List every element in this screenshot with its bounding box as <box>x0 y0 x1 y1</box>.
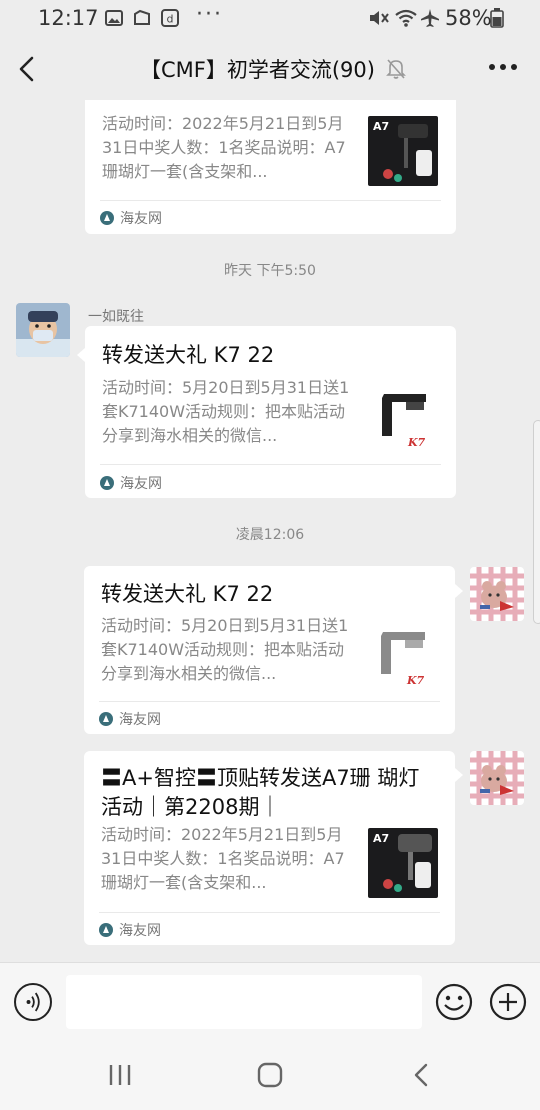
link-card-source: 海友网 <box>100 473 162 493</box>
more-icon[interactable] <box>488 62 518 72</box>
scroll-handle[interactable] <box>533 420 540 624</box>
notification-muted-icon <box>386 59 406 79</box>
link-card[interactable]: 转发送大礼 K7 22 活动时间：5月20日到5月31日送1套K7140W活动规… <box>84 566 455 734</box>
plus-icon[interactable] <box>489 983 527 1021</box>
link-card-title: 转发送大礼 K7 22 <box>102 343 275 367</box>
chat-title[interactable]: 【CMF】初学者交流(90) <box>140 54 375 84</box>
link-card-thumbnail: K7 <box>367 620 437 690</box>
system-nav-bar <box>0 1040 540 1110</box>
link-card[interactable]: 转发送大礼 K7 22 活动时间：5月20日到5月31日送1套K7140W活动规… <box>85 326 456 498</box>
wifi-icon <box>395 9 417 27</box>
folder-icon <box>134 9 150 25</box>
timestamp: 凌晨12:06 <box>235 527 305 543</box>
mute-vibrate-icon <box>370 11 389 25</box>
message-input[interactable] <box>66 975 422 1029</box>
battery-icon <box>490 8 504 28</box>
link-card-thumbnail: K7 <box>368 380 438 450</box>
link-card-desc: 活动时间：2022年5月21日到5月31日中奖人数：1名奖品说明：A7珊瑚灯一套… <box>101 825 345 892</box>
back-icon[interactable] <box>410 1062 434 1088</box>
back-arrow-icon[interactable] <box>14 54 42 84</box>
airplane-icon <box>421 9 439 27</box>
recent-apps-icon[interactable] <box>106 1062 134 1088</box>
link-card-title: 〓A+智控〓顶贴转发送A7珊 瑚灯活动｜第2208期｜ <box>101 766 420 819</box>
link-card[interactable]: 〓A+智控〓顶贴转发送A7珊 瑚灯活动｜第2208期｜ 活动时间：2022年5月… <box>84 751 455 945</box>
status-bar: 12:17 d ··· 58% <box>0 0 540 38</box>
thumb-label: K7 <box>406 674 425 687</box>
link-card-desc: 活动时间：5月20日到5月31日送1套K7140W活动规则：把本贴活动分享到海水… <box>102 378 350 445</box>
status-more-dots: ··· <box>196 2 223 27</box>
avatar[interactable] <box>470 567 524 621</box>
haiyou-logo-icon <box>99 712 113 726</box>
link-card-desc: 活动时间：2022年5月21日到5月31日中奖人数：1名奖品说明：A7珊瑚灯一套… <box>102 114 346 181</box>
thumb-label: K7 <box>407 436 426 449</box>
haiyou-logo-icon <box>100 211 114 225</box>
thumb-label: A7 <box>373 832 389 845</box>
thumb-label: A7 <box>373 120 389 133</box>
link-card-title: 转发送大礼 K7 22 <box>101 582 274 606</box>
link-card-source: 海友网 <box>100 208 162 228</box>
voice-icon[interactable] <box>14 983 52 1021</box>
link-card-thumbnail: A7 <box>368 828 438 898</box>
haiyou-logo-icon <box>100 476 114 490</box>
chat-header: 【CMF】初学者交流(90) <box>0 38 540 100</box>
emoji-icon[interactable] <box>435 983 473 1021</box>
image-icon <box>105 10 123 26</box>
svg-text:d: d <box>167 13 174 26</box>
avatar[interactable] <box>16 303 70 357</box>
status-time: 12:17 <box>38 6 99 30</box>
app-icon: d <box>161 9 179 27</box>
chat-messages[interactable]: 活动时间：2022年5月21日到5月31日中奖人数：1名奖品说明：A7珊瑚灯一套… <box>0 100 540 962</box>
input-bar <box>0 962 540 1040</box>
home-icon[interactable] <box>256 1062 284 1088</box>
sender-name: 一如既往 <box>88 309 144 325</box>
link-card-source: 海友网 <box>99 920 161 940</box>
link-card-desc: 活动时间：5月20日到5月31日送1套K7140W活动规则：把本贴活动分享到海水… <box>101 616 349 683</box>
link-card-thumbnail: A7 <box>368 116 438 186</box>
timestamp: 昨天 下午5:50 <box>224 263 316 279</box>
avatar[interactable] <box>470 751 524 805</box>
haiyou-logo-icon <box>99 923 113 937</box>
link-card[interactable]: 活动时间：2022年5月21日到5月31日中奖人数：1名奖品说明：A7珊瑚灯一套… <box>85 100 456 234</box>
link-card-source: 海友网 <box>99 709 161 729</box>
battery-percent: 58% <box>445 6 492 30</box>
